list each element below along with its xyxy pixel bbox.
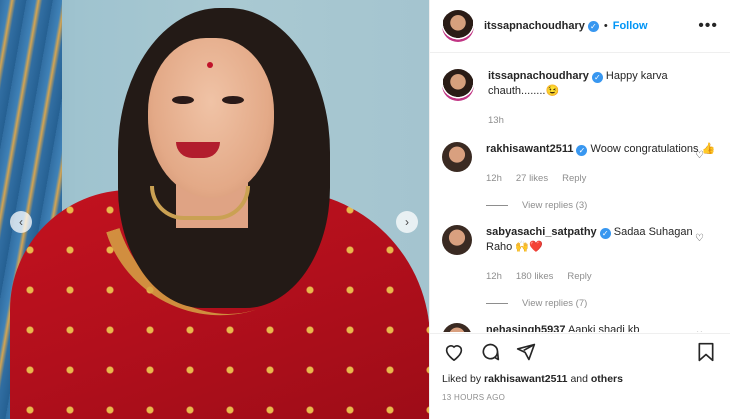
comment-time[interactable]: 12h [486,269,502,284]
post-header: itssapnachoudhary ✓ • Follow ••• [430,0,730,53]
reply-button[interactable]: Reply [567,269,591,284]
likes-summary: Liked by rakhisawant2511 and others [442,373,718,385]
liked-by-others-link[interactable]: others [591,373,623,385]
post-caption: itssapnachoudhary ✓ Happy karva chauth...… [442,54,718,128]
likes-prefix: Liked by [442,373,482,385]
author-avatar[interactable] [442,10,474,42]
verified-badge-icon: ✓ [591,72,603,83]
heart-icon[interactable] [442,340,466,364]
comment-username[interactable]: rakhisawant2511 [486,143,573,155]
comment-avatar[interactable] [442,225,472,255]
bookmark-icon[interactable] [694,340,718,364]
prev-photo-button[interactable]: ‹ [10,211,32,233]
comment-like-heart-icon[interactable]: ♡ [695,331,704,332]
view-replies-button[interactable]: View replies (3) [486,200,718,211]
right-eye [222,96,244,104]
next-photo-button[interactable]: › [396,211,418,233]
post-actions: Liked by rakhisawant2511 and others 13 H… [430,333,730,419]
view-replies-button[interactable]: View replies (7) [486,298,718,309]
comment-item: nehasingh5937 Aapki shadi kb ♡ [442,309,718,332]
share-icon[interactable] [514,340,538,364]
verified-badge-icon: ✓ [576,145,588,156]
comment-likes[interactable]: 27 likes [516,171,548,186]
separator-dot: • [603,20,608,32]
verified-badge-icon: ✓ [587,20,599,32]
left-eye [172,96,194,104]
comment-text: Aapki shadi kb [567,324,640,332]
comment-avatar[interactable] [442,142,472,172]
more-options-icon[interactable]: ••• [698,17,718,35]
comment-avatar[interactable] [442,323,472,332]
reply-button[interactable]: Reply [562,171,586,186]
bindi [207,62,213,68]
comment-like-heart-icon[interactable]: ♡ [695,233,704,244]
caption-username[interactable]: itssapnachoudhary [488,70,589,82]
comments-list[interactable]: itssapnachoudhary ✓ Happy karva chauth...… [430,54,730,332]
post-timestamp[interactable]: 13 HOURS AGO [442,393,718,402]
post-photo[interactable]: ‹ › [0,0,429,419]
comment-username[interactable]: sabyasachi_satpathy [486,226,597,238]
likes-connector: and [570,373,588,385]
comment-icon[interactable] [478,340,502,364]
comment-item: rakhisawant2511 ✓ Woow congratulations 👍 … [442,128,718,186]
post-sidebar: itssapnachoudhary ✓ • Follow ••• itssapn… [429,0,730,419]
comment-like-heart-icon[interactable]: ♡ [695,150,704,161]
verified-badge-icon: ✓ [599,228,611,239]
follow-button[interactable]: Follow [613,20,648,32]
author-username[interactable]: itssapnachoudhary [484,20,585,32]
comment-time[interactable]: 12h [486,171,502,186]
comment-item: sabyasachi_satpathy ✓ Sadaa Suhagan Raho … [442,211,718,284]
liked-by-user-link[interactable]: rakhisawant2511 [484,373,567,385]
comment-username[interactable]: nehasingh5937 [486,324,565,332]
caption-avatar[interactable] [442,69,474,101]
caption-time[interactable]: 13h [488,113,504,128]
comment-likes[interactable]: 180 likes [516,269,554,284]
